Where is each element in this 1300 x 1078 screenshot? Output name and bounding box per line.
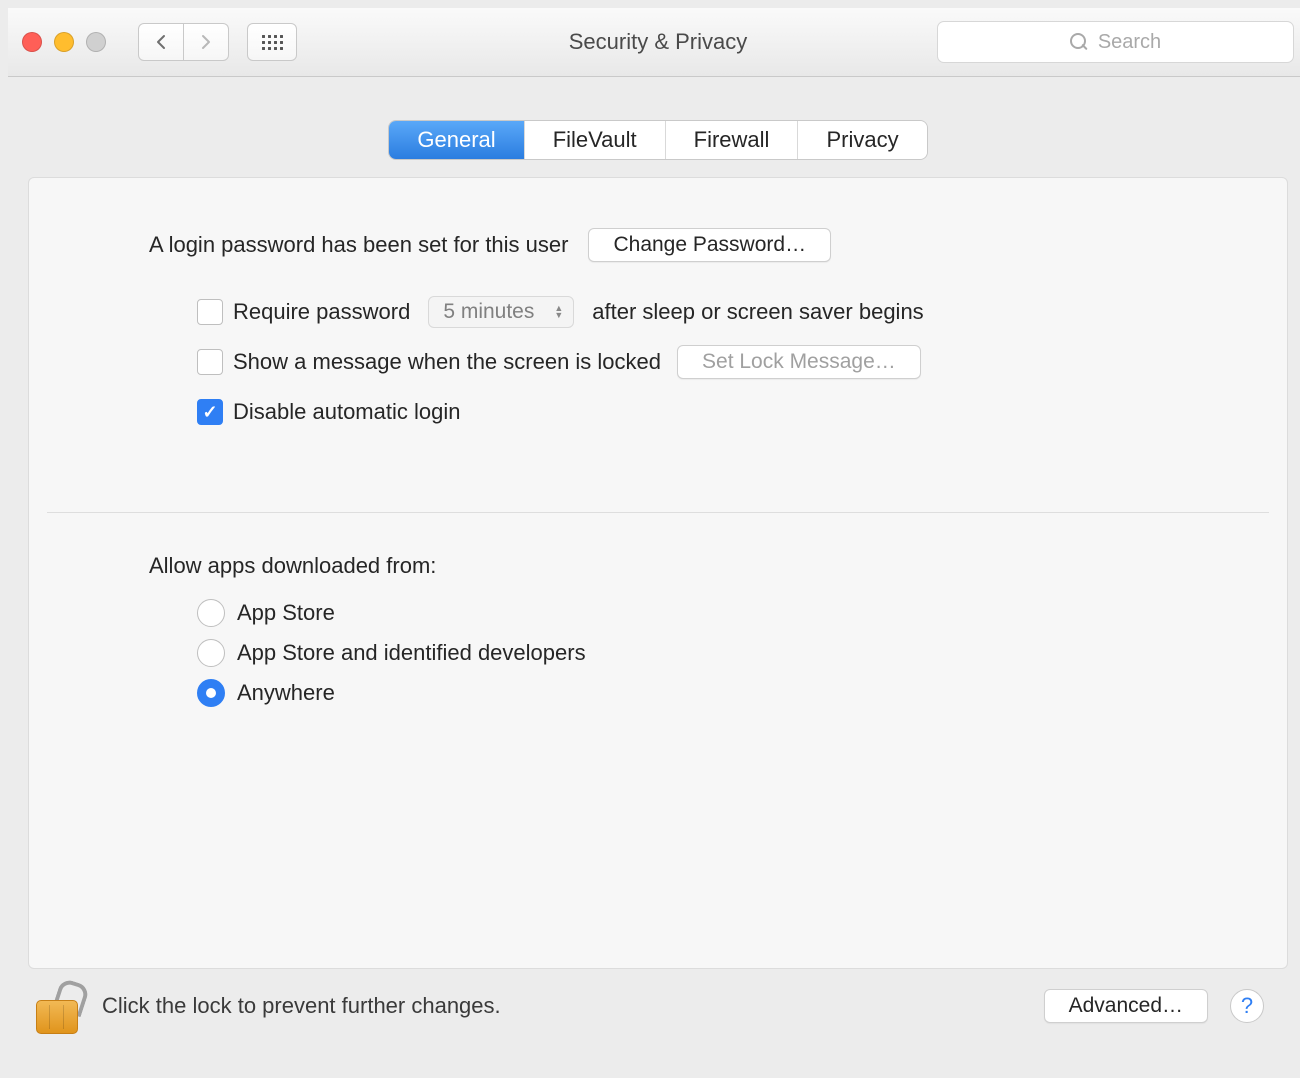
lock-icon[interactable] — [36, 978, 78, 1034]
titlebar: Security & Privacy Search — [8, 8, 1300, 77]
disable-auto-login-checkbox[interactable] — [197, 399, 223, 425]
show-all-button[interactable] — [247, 23, 297, 61]
disable-auto-login-label: Disable automatic login — [233, 399, 460, 425]
set-lock-message-button[interactable]: Set Lock Message… — [677, 345, 921, 379]
require-password-delay-select[interactable]: 5 minutes ▲▼ — [428, 296, 574, 328]
stepper-icon: ▲▼ — [554, 305, 563, 319]
window-controls — [22, 32, 106, 52]
search-input[interactable]: Search — [937, 21, 1294, 63]
chevron-right-icon — [200, 34, 212, 50]
show-message-checkbox[interactable] — [197, 349, 223, 375]
tab-general[interactable]: General — [389, 121, 524, 159]
tab-privacy[interactable]: Privacy — [798, 121, 926, 159]
require-password-checkbox[interactable] — [197, 299, 223, 325]
nav-buttons — [138, 23, 229, 61]
radio-app-store[interactable] — [197, 599, 225, 627]
tab-bar: General FileVault Firewall Privacy — [8, 121, 1300, 159]
forward-button[interactable] — [184, 23, 229, 61]
settings-panel: A login password has been set for this u… — [28, 177, 1288, 969]
search-icon — [1070, 33, 1088, 51]
maximize-window-button — [86, 32, 106, 52]
change-password-button[interactable]: Change Password… — [588, 228, 831, 262]
window-title: Security & Privacy — [569, 29, 748, 55]
require-password-suffix: after sleep or screen saver begins — [592, 299, 923, 325]
radio-anywhere[interactable] — [197, 679, 225, 707]
tab-firewall[interactable]: Firewall — [666, 121, 799, 159]
login-password-set-text: A login password has been set for this u… — [149, 232, 568, 258]
radio-identified-developers[interactable] — [197, 639, 225, 667]
chevron-left-icon — [155, 34, 167, 50]
minimize-window-button[interactable] — [54, 32, 74, 52]
advanced-button[interactable]: Advanced… — [1044, 989, 1208, 1023]
show-message-label: Show a message when the screen is locked — [233, 349, 661, 375]
tab-filevault[interactable]: FileVault — [525, 121, 666, 159]
divider — [47, 512, 1269, 513]
allow-apps-label: Allow apps downloaded from: — [149, 553, 1167, 579]
help-button[interactable]: ? — [1230, 989, 1264, 1023]
lock-text: Click the lock to prevent further change… — [102, 993, 501, 1019]
radio-app-store-label: App Store — [237, 600, 335, 626]
search-placeholder: Search — [1098, 31, 1161, 54]
radio-identified-developers-label: App Store and identified developers — [237, 640, 586, 666]
footer: Click the lock to prevent further change… — [36, 978, 1264, 1034]
grid-icon — [262, 35, 283, 50]
require-password-label: Require password — [233, 299, 410, 325]
require-password-delay-value: 5 minutes — [443, 300, 534, 324]
back-button[interactable] — [138, 23, 184, 61]
radio-anywhere-label: Anywhere — [237, 680, 335, 706]
close-window-button[interactable] — [22, 32, 42, 52]
